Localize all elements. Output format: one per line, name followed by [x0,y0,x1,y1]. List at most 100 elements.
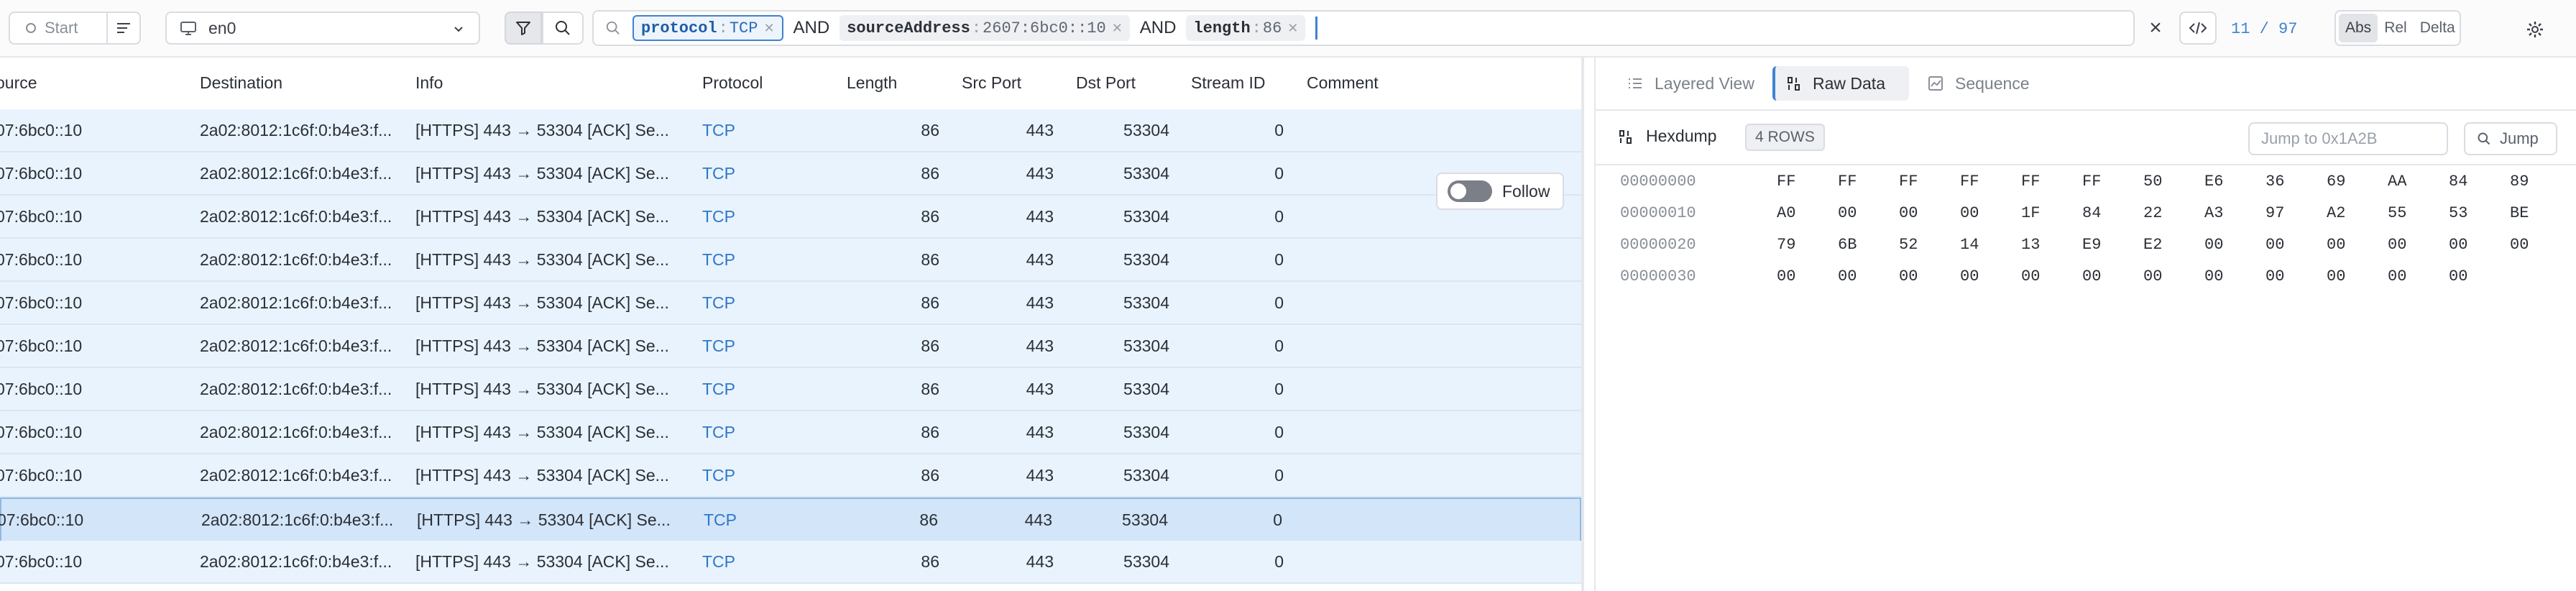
settings-button[interactable] [2518,13,2552,46]
hex-byte[interactable]: 00 [1838,267,1857,285]
hex-byte[interactable]: 22 [2143,204,2162,222]
filter-token-length[interactable]: length:86 ✕ [1186,15,1306,41]
hex-byte[interactable]: 14 [1960,236,1979,254]
hex-byte[interactable]: 00 [1899,204,1918,222]
hex-byte[interactable]: 89 [2510,173,2529,191]
hex-byte[interactable]: 13 [2021,236,2040,254]
hex-byte[interactable]: 00 [2021,267,2040,285]
follow-toggle[interactable]: Follow [1436,173,1564,210]
start-capture-button[interactable]: Start [9,12,108,45]
table-row[interactable]: 07:6bc0::10 2a02:8012:1c6f:0:b4e3:f... [HT… [0,454,1581,498]
column-header-destination[interactable]: Destination [200,73,282,93]
capture-options-button[interactable] [106,12,141,45]
hex-byte[interactable]: 00 [2388,236,2406,254]
hex-byte[interactable]: FF [1899,173,1918,191]
hex-byte[interactable]: 00 [2388,267,2406,285]
hex-byte[interactable]: A3 [2204,204,2223,222]
cell-length: 86 [921,552,939,571]
hex-byte[interactable]: E6 [2204,173,2223,191]
hex-byte[interactable]: FF [1777,173,1795,191]
hex-byte[interactable]: 6B [1838,236,1857,254]
clear-filter-button[interactable]: × [2139,12,2172,45]
hex-byte[interactable]: 00 [2204,267,2223,285]
filter-token-source-address[interactable]: sourceAddress:2607:6bc0::10 ✕ [840,15,1130,41]
table-row[interactable]: 07:6bc0::10 2a02:8012:1c6f:0:b4e3:f... [HT… [0,109,1581,152]
remove-token-icon[interactable]: ✕ [1112,21,1123,36]
hex-byte[interactable]: 79 [1777,236,1795,254]
column-header-length[interactable]: Length [847,73,897,93]
time-mode-abs[interactable]: Abs [2339,14,2378,42]
column-header-src-port[interactable]: Src Port [962,73,1021,93]
hex-byte[interactable]: 00 [2143,267,2162,285]
hex-byte[interactable]: FF [2021,173,2040,191]
hex-byte[interactable]: 69 [2327,173,2345,191]
hex-byte[interactable]: 00 [1960,267,1979,285]
jump-offset-input[interactable]: Jump to 0x1A2B [2248,122,2448,155]
table-row[interactable]: 07:6bc0::10 2a02:8012:1c6f:0:b4e3:f... [HT… [0,239,1581,282]
hex-byte[interactable]: 50 [2143,173,2162,191]
hex-byte[interactable]: 55 [2388,204,2406,222]
search-mode-button[interactable] [542,12,584,45]
hex-byte[interactable]: E2 [2143,236,2162,254]
hex-byte[interactable]: 97 [2266,204,2284,222]
toggle-switch[interactable] [1448,180,1492,202]
table-row[interactable]: 07:6bc0::10 2a02:8012:1c6f:0:b4e3:f... [HT… [0,368,1581,411]
hex-byte[interactable]: A2 [2327,204,2345,222]
hex-byte[interactable]: 00 [2082,267,2101,285]
hex-byte[interactable]: FF [1838,173,1857,191]
cell-destination: 2a02:8012:1c6f:0:b4e3:f... [200,250,392,269]
hex-byte[interactable]: E9 [2082,236,2101,254]
column-header-info[interactable]: Info [415,73,443,93]
interface-select[interactable]: en0 [165,12,480,45]
tab-layered-view[interactable]: Layered View [1616,66,1774,101]
hex-byte[interactable]: 00 [2266,267,2284,285]
hex-byte[interactable]: 00 [1899,267,1918,285]
column-header-comment[interactable]: Comment [1307,73,1379,93]
hex-byte[interactable]: 00 [2327,267,2345,285]
hex-byte[interactable]: BE [2510,204,2529,222]
column-header-dst-port[interactable]: Dst Port [1076,73,1136,93]
hex-byte[interactable]: 53 [2449,204,2467,222]
time-mode-delta[interactable]: Delta [2414,14,2462,42]
code-view-button[interactable] [2179,12,2217,45]
filter-token-protocol[interactable]: protocol: TCP ✕ [632,15,783,41]
hex-byte[interactable]: 1F [2021,204,2040,222]
hex-byte[interactable]: 00 [2266,236,2284,254]
hex-byte[interactable]: FF [1960,173,1979,191]
hex-byte[interactable]: 00 [2510,236,2529,254]
filter-mode-button[interactable] [505,12,542,45]
hex-byte[interactable]: 84 [2449,173,2467,191]
table-row[interactable]: 07:6bc0::10 2a02:8012:1c6f:0:b4e3:f... [HT… [0,325,1581,368]
table-scrollbar[interactable] [1581,58,1584,591]
table-row[interactable]: 07:6bc0::10 2a02:8012:1c6f:0:b4e3:f... [HT… [0,541,1581,584]
table-row[interactable]: 07:6bc0::10 2a02:8012:1c6f:0:b4e3:f... [HT… [0,282,1581,325]
column-header-source[interactable]: ource [0,73,37,93]
table-row[interactable]: 07:6bc0::10 2a02:8012:1c6f:0:b4e3:f... [HT… [0,196,1581,239]
hex-byte[interactable]: 00 [2204,236,2223,254]
table-row[interactable]: 07:6bc0::10 2a02:8012:1c6f:0:b4e3:f... [HT… [0,152,1581,196]
remove-token-icon[interactable]: ✕ [1287,21,1298,36]
jump-button[interactable]: Jump [2464,122,2557,155]
hex-byte[interactable]: 00 [2449,236,2467,254]
tab-raw-data[interactable]: Raw Data [1772,66,1909,101]
hex-byte[interactable]: 00 [2449,267,2467,285]
hex-byte[interactable]: AA [2388,173,2406,191]
hex-byte[interactable]: 00 [1960,204,1979,222]
table-row[interactable]: 07:6bc0::10 2a02:8012:1c6f:0:b4e3:f... [HT… [0,411,1581,454]
hex-byte[interactable]: FF [2082,173,2101,191]
tab-sequence[interactable]: Sequence [1916,66,2074,101]
hex-byte[interactable]: 36 [2266,173,2284,191]
hex-byte[interactable]: 84 [2082,204,2101,222]
time-mode-rel[interactable]: Rel [2378,14,2414,42]
column-header-stream-id[interactable]: Stream ID [1191,73,1266,93]
table-row-selected[interactable]: 07:6bc0::10 2a02:8012:1c6f:0:b4e3:f... [HT… [0,498,1581,542]
hex-byte[interactable]: 00 [1838,204,1857,222]
cell-length: 86 [921,207,939,226]
filter-query-input[interactable]: protocol: TCP ✕ AND sourceAddress:2607:6b… [592,10,2135,46]
hex-byte[interactable]: 00 [1777,267,1795,285]
hex-byte[interactable]: 00 [2327,236,2345,254]
hex-byte[interactable]: 52 [1899,236,1918,254]
hex-byte[interactable]: A0 [1777,204,1795,222]
remove-token-icon[interactable]: ✕ [763,21,774,36]
column-header-protocol[interactable]: Protocol [702,73,763,93]
